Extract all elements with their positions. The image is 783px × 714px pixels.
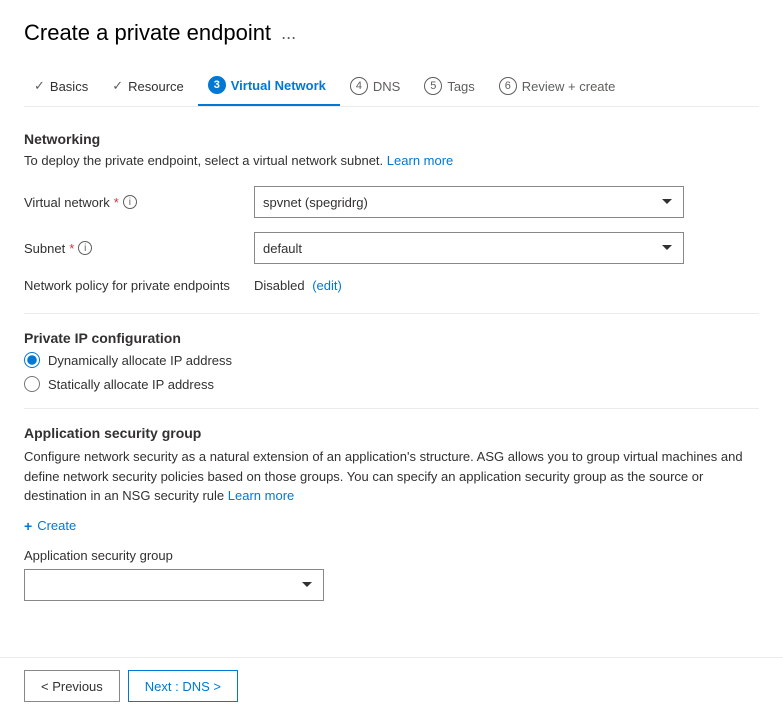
asg-section: Application security group Configure net…: [24, 425, 759, 601]
asg-description: Configure network security as a natural …: [24, 447, 759, 506]
step-dns-label: DNS: [373, 79, 400, 94]
step-virtual-network-label: Virtual Network: [231, 78, 326, 93]
create-asg-button[interactable]: + Create: [24, 518, 76, 534]
dynamic-ip-radio[interactable]: [24, 352, 40, 368]
check-icon-basics: ✓: [34, 78, 45, 94]
virtual-network-required: *: [114, 195, 119, 210]
static-ip-option[interactable]: Statically allocate IP address: [24, 376, 759, 392]
step-circle-5: 5: [424, 77, 442, 95]
network-policy-edit-link[interactable]: (edit): [312, 278, 342, 293]
previous-button[interactable]: < Previous: [24, 670, 120, 702]
divider-2: [24, 408, 759, 409]
subnet-select[interactable]: default: [254, 232, 684, 264]
network-policy-row: Network policy for private endpoints Dis…: [24, 278, 759, 293]
create-asg-label: Create: [37, 518, 76, 533]
step-review-create[interactable]: 6 Review + create: [489, 67, 630, 105]
subnet-row: Subnet * i default: [24, 232, 759, 264]
step-circle-4: 4: [350, 77, 368, 95]
wizard-steps: ✓ Basics ✓ Resource 3 Virtual Network 4 …: [24, 66, 759, 107]
step-circle-6: 6: [499, 77, 517, 95]
virtual-network-row: Virtual network * i spvnet (spegridrg): [24, 186, 759, 218]
plus-icon: +: [24, 518, 32, 534]
networking-title: Networking: [24, 131, 759, 147]
static-ip-radio[interactable]: [24, 376, 40, 392]
next-button[interactable]: Next : DNS >: [128, 670, 238, 702]
step-resource[interactable]: ✓ Resource: [102, 68, 198, 104]
asg-dropdown-section: Application security group: [24, 548, 759, 601]
subnet-info-icon[interactable]: i: [78, 241, 92, 255]
dynamic-ip-label: Dynamically allocate IP address: [48, 353, 232, 368]
step-circle-3: 3: [208, 76, 226, 94]
networking-description: To deploy the private endpoint, select a…: [24, 153, 759, 168]
asg-dropdown-label: Application security group: [24, 548, 759, 563]
step-tags[interactable]: 5 Tags: [414, 67, 488, 105]
private-ip-title: Private IP configuration: [24, 330, 759, 346]
asg-title: Application security group: [24, 425, 759, 441]
virtual-network-label: Virtual network * i: [24, 195, 254, 210]
subnet-control: default: [254, 232, 684, 264]
step-dns[interactable]: 4 DNS: [340, 67, 414, 105]
virtual-network-select[interactable]: spvnet (spegridrg): [254, 186, 684, 218]
page-title: Create a private endpoint: [24, 20, 271, 46]
step-basics[interactable]: ✓ Basics: [24, 68, 102, 104]
private-ip-section: Private IP configuration Dynamically all…: [24, 330, 759, 392]
subnet-required: *: [69, 241, 74, 256]
step-virtual-network[interactable]: 3 Virtual Network: [198, 66, 340, 106]
more-options-icon[interactable]: ...: [281, 23, 296, 44]
networking-section: Networking To deploy the private endpoin…: [24, 131, 759, 293]
static-ip-label: Statically allocate IP address: [48, 377, 214, 392]
footer: < Previous Next : DNS >: [0, 657, 783, 714]
dynamic-ip-option[interactable]: Dynamically allocate IP address: [24, 352, 759, 368]
asg-learn-more-link[interactable]: Learn more: [228, 488, 294, 503]
subnet-label: Subnet * i: [24, 241, 254, 256]
network-policy-label: Network policy for private endpoints: [24, 278, 254, 293]
check-icon-resource: ✓: [112, 78, 123, 94]
step-resource-label: Resource: [128, 79, 184, 94]
virtual-network-control: spvnet (spegridrg): [254, 186, 684, 218]
step-tags-label: Tags: [447, 79, 474, 94]
asg-dropdown-select[interactable]: [24, 569, 324, 601]
step-basics-label: Basics: [50, 79, 88, 94]
network-policy-value: Disabled (edit): [254, 278, 342, 293]
divider-1: [24, 313, 759, 314]
step-review-create-label: Review + create: [522, 79, 616, 94]
virtual-network-info-icon[interactable]: i: [123, 195, 137, 209]
private-ip-radio-group: Dynamically allocate IP address Statical…: [24, 352, 759, 392]
networking-learn-more-link[interactable]: Learn more: [387, 153, 453, 168]
